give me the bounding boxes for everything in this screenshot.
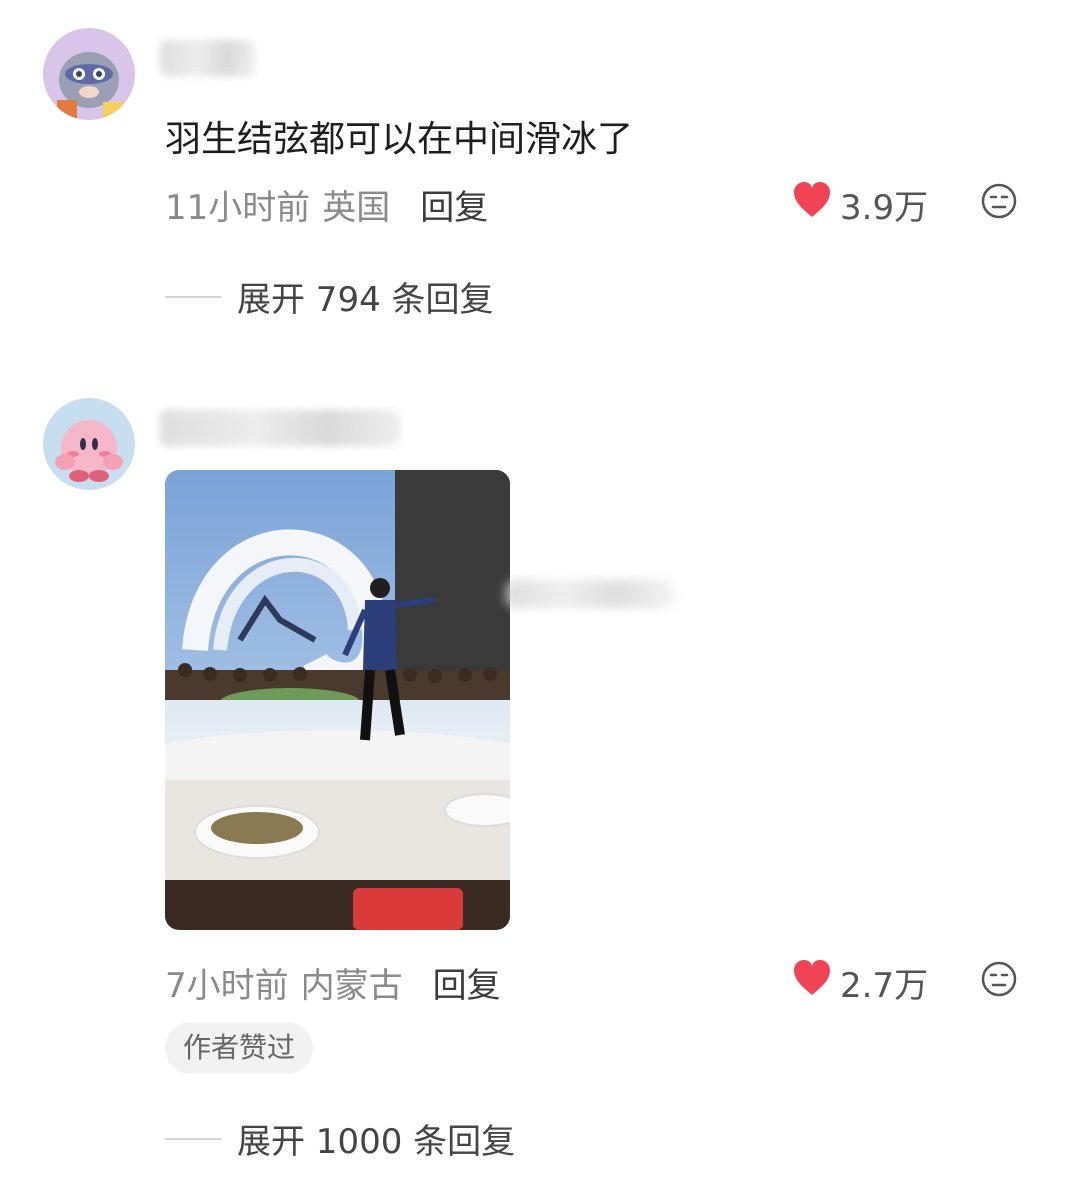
heart-icon	[792, 181, 832, 228]
user-avatar[interactable]	[43, 28, 135, 120]
username[interactable]	[160, 40, 255, 76]
neutral-face-icon[interactable]	[980, 960, 1018, 998]
reply-button[interactable]: 回复	[420, 180, 488, 229]
comment-location: 英国	[322, 188, 391, 228]
divider-line	[165, 1137, 221, 1140]
expand-label: 展开 794 条回复	[237, 280, 494, 320]
expand-replies[interactable]: 展开 794 条回复	[165, 272, 494, 321]
comment-location: 内蒙古	[300, 966, 403, 1006]
like-count: 3.9万	[840, 188, 929, 228]
comment-text: 羽生结弦都可以在中间滑冰了	[165, 119, 634, 160]
author-liked-badge: 作者赞过	[165, 1022, 314, 1074]
expand-replies[interactable]: 展开 1000 条回复	[165, 1114, 515, 1163]
reply-button[interactable]: 回复	[433, 958, 501, 1007]
expand-label: 展开 1000 条回复	[237, 1122, 516, 1162]
comment-image[interactable]	[165, 470, 510, 930]
comment-meta: 7小时前 内蒙古 回复	[165, 958, 501, 1007]
like-count: 2.7万	[840, 966, 929, 1006]
divider-line	[165, 295, 221, 298]
comment-time: 7小时前	[165, 966, 289, 1006]
comment-meta: 11小时前 英国 回复	[165, 180, 488, 229]
comment-time: 11小时前	[165, 188, 311, 228]
heart-icon	[792, 959, 832, 1006]
like-button[interactable]: 3.9万	[792, 180, 928, 229]
neutral-face-icon[interactable]	[980, 182, 1018, 220]
like-button[interactable]: 2.7万	[792, 958, 928, 1007]
blurred-overlay	[505, 580, 675, 608]
username[interactable]	[160, 410, 400, 446]
user-avatar[interactable]	[43, 398, 135, 490]
